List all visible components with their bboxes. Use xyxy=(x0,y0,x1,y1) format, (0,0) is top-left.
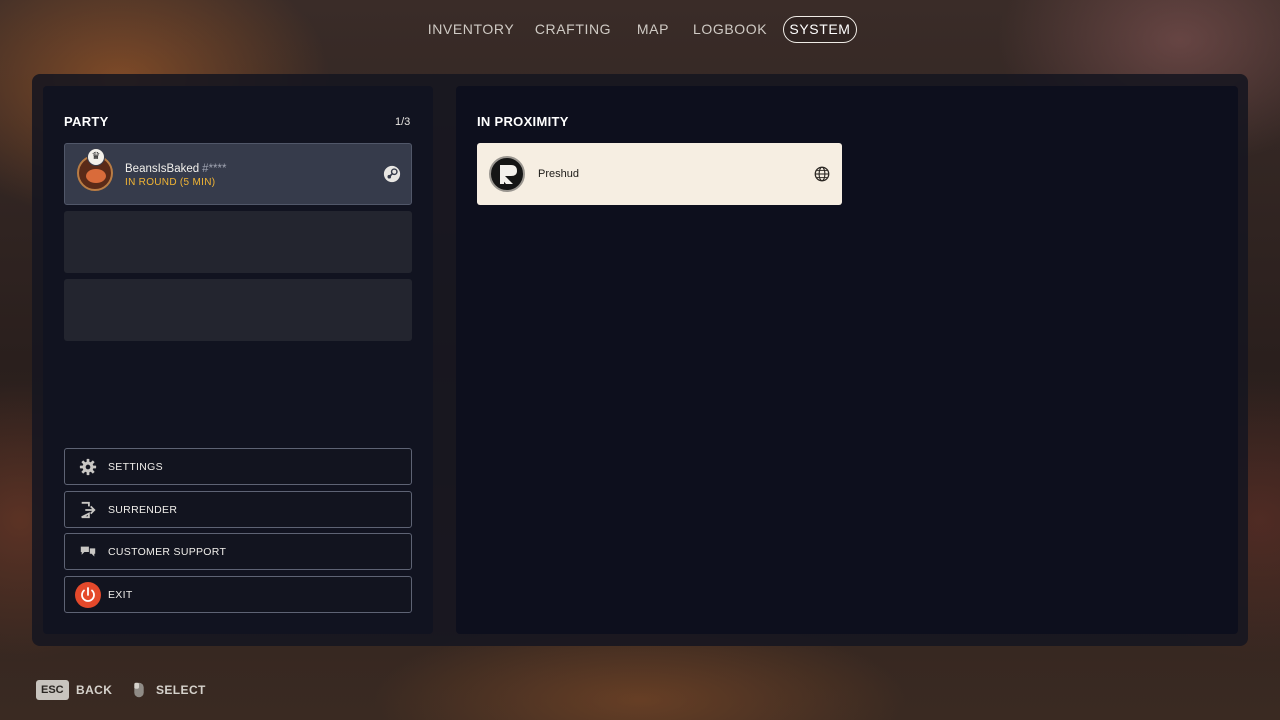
player-name: BeansIsBaked #**** xyxy=(125,163,227,175)
select-label: SELECT xyxy=(156,683,206,697)
party-count: 1/3 xyxy=(395,116,411,128)
surrender-button[interactable]: SURRENDER xyxy=(64,491,412,528)
exit-label: EXIT xyxy=(108,589,133,601)
player-name: Preshud xyxy=(538,168,579,180)
player-logo-icon xyxy=(500,165,517,184)
party-leader-crown-icon: ♛ xyxy=(87,148,105,166)
mouse-icon xyxy=(134,682,144,698)
party-title: PARTY xyxy=(64,114,109,129)
chat-bubbles-icon xyxy=(80,546,96,557)
surrender-label: SURRENDER xyxy=(108,504,178,516)
globe-icon xyxy=(814,166,830,182)
tab-system[interactable]: SYSTEM xyxy=(783,16,857,43)
proximity-title: IN PROXIMITY xyxy=(477,114,569,129)
tab-logbook[interactable]: LOGBOOK xyxy=(693,16,767,43)
esc-key-badge: ESC xyxy=(36,680,69,700)
settings-label: SETTINGS xyxy=(108,461,163,473)
empty-party-slot[interactable] xyxy=(64,279,412,341)
back-label: BACK xyxy=(76,683,113,697)
power-icon xyxy=(81,587,95,602)
tab-crafting[interactable]: CRAFTING xyxy=(534,16,612,43)
exit-button[interactable]: EXIT xyxy=(64,576,412,613)
surrender-exit-icon xyxy=(81,501,96,519)
customer-support-label: CUSTOMER SUPPORT xyxy=(108,546,227,558)
player-status: IN ROUND (5 MIN) xyxy=(125,177,216,188)
empty-party-slot[interactable] xyxy=(64,211,412,273)
exit-icon-badge xyxy=(75,582,101,608)
party-member-slot[interactable]: ♛ BeansIsBaked #**** IN ROUND (5 MIN) xyxy=(64,143,412,205)
proximity-player-card[interactable]: Preshud xyxy=(477,143,842,205)
tab-inventory[interactable]: INVENTORY xyxy=(426,16,516,43)
player-avatar xyxy=(489,156,525,192)
top-nav: INVENTORY CRAFTING MAP LOGBOOK SYSTEM xyxy=(0,16,1280,43)
tab-map[interactable]: MAP xyxy=(630,16,676,43)
customer-support-button[interactable]: CUSTOMER SUPPORT xyxy=(64,533,412,570)
settings-button[interactable]: SETTINGS xyxy=(64,448,412,485)
gear-icon xyxy=(79,458,97,476)
steam-icon xyxy=(383,165,401,183)
player-tag: #**** xyxy=(202,163,227,175)
